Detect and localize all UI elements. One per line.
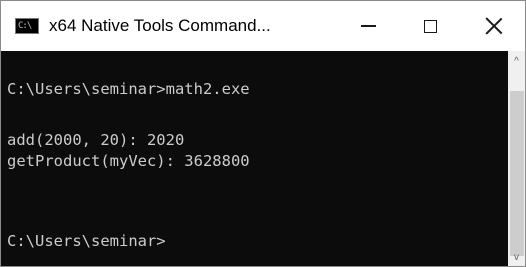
console-line-product-result: getProduct(myVec): 3628800 <box>7 152 250 170</box>
console-line-prompt-command: C:\Users\seminar>math2.exe <box>7 80 250 98</box>
console-output[interactable]: C:\Users\seminar>math2.exe add(2000, 20)… <box>1 51 508 266</box>
minimize-icon <box>360 25 376 27</box>
close-icon <box>484 17 502 35</box>
console-line-add-result: add(2000, 20): 2020 <box>7 131 185 149</box>
title-bar[interactable]: C:\ x64 Native Tools Command... <box>1 1 525 51</box>
command-prompt-window: C:\ x64 Native Tools Command... C:\Users… <box>0 0 526 267</box>
scroll-thumb[interactable] <box>510 91 524 256</box>
maximize-button[interactable] <box>400 1 460 51</box>
console-line-prompt: C:\Users\seminar> <box>7 232 166 250</box>
minimize-button[interactable] <box>338 1 398 51</box>
scroll-up-arrow-icon[interactable]: ^ <box>508 53 525 70</box>
console-icon-glyph: C:\ <box>18 21 32 31</box>
scroll-down-arrow-icon[interactable]: v <box>508 249 525 266</box>
vertical-scrollbar[interactable]: ^ v <box>508 51 525 266</box>
console-app-icon[interactable]: C:\ <box>15 18 39 34</box>
close-button[interactable] <box>463 1 523 51</box>
window-title: x64 Native Tools Command... <box>49 16 271 35</box>
maximize-icon <box>423 19 437 33</box>
